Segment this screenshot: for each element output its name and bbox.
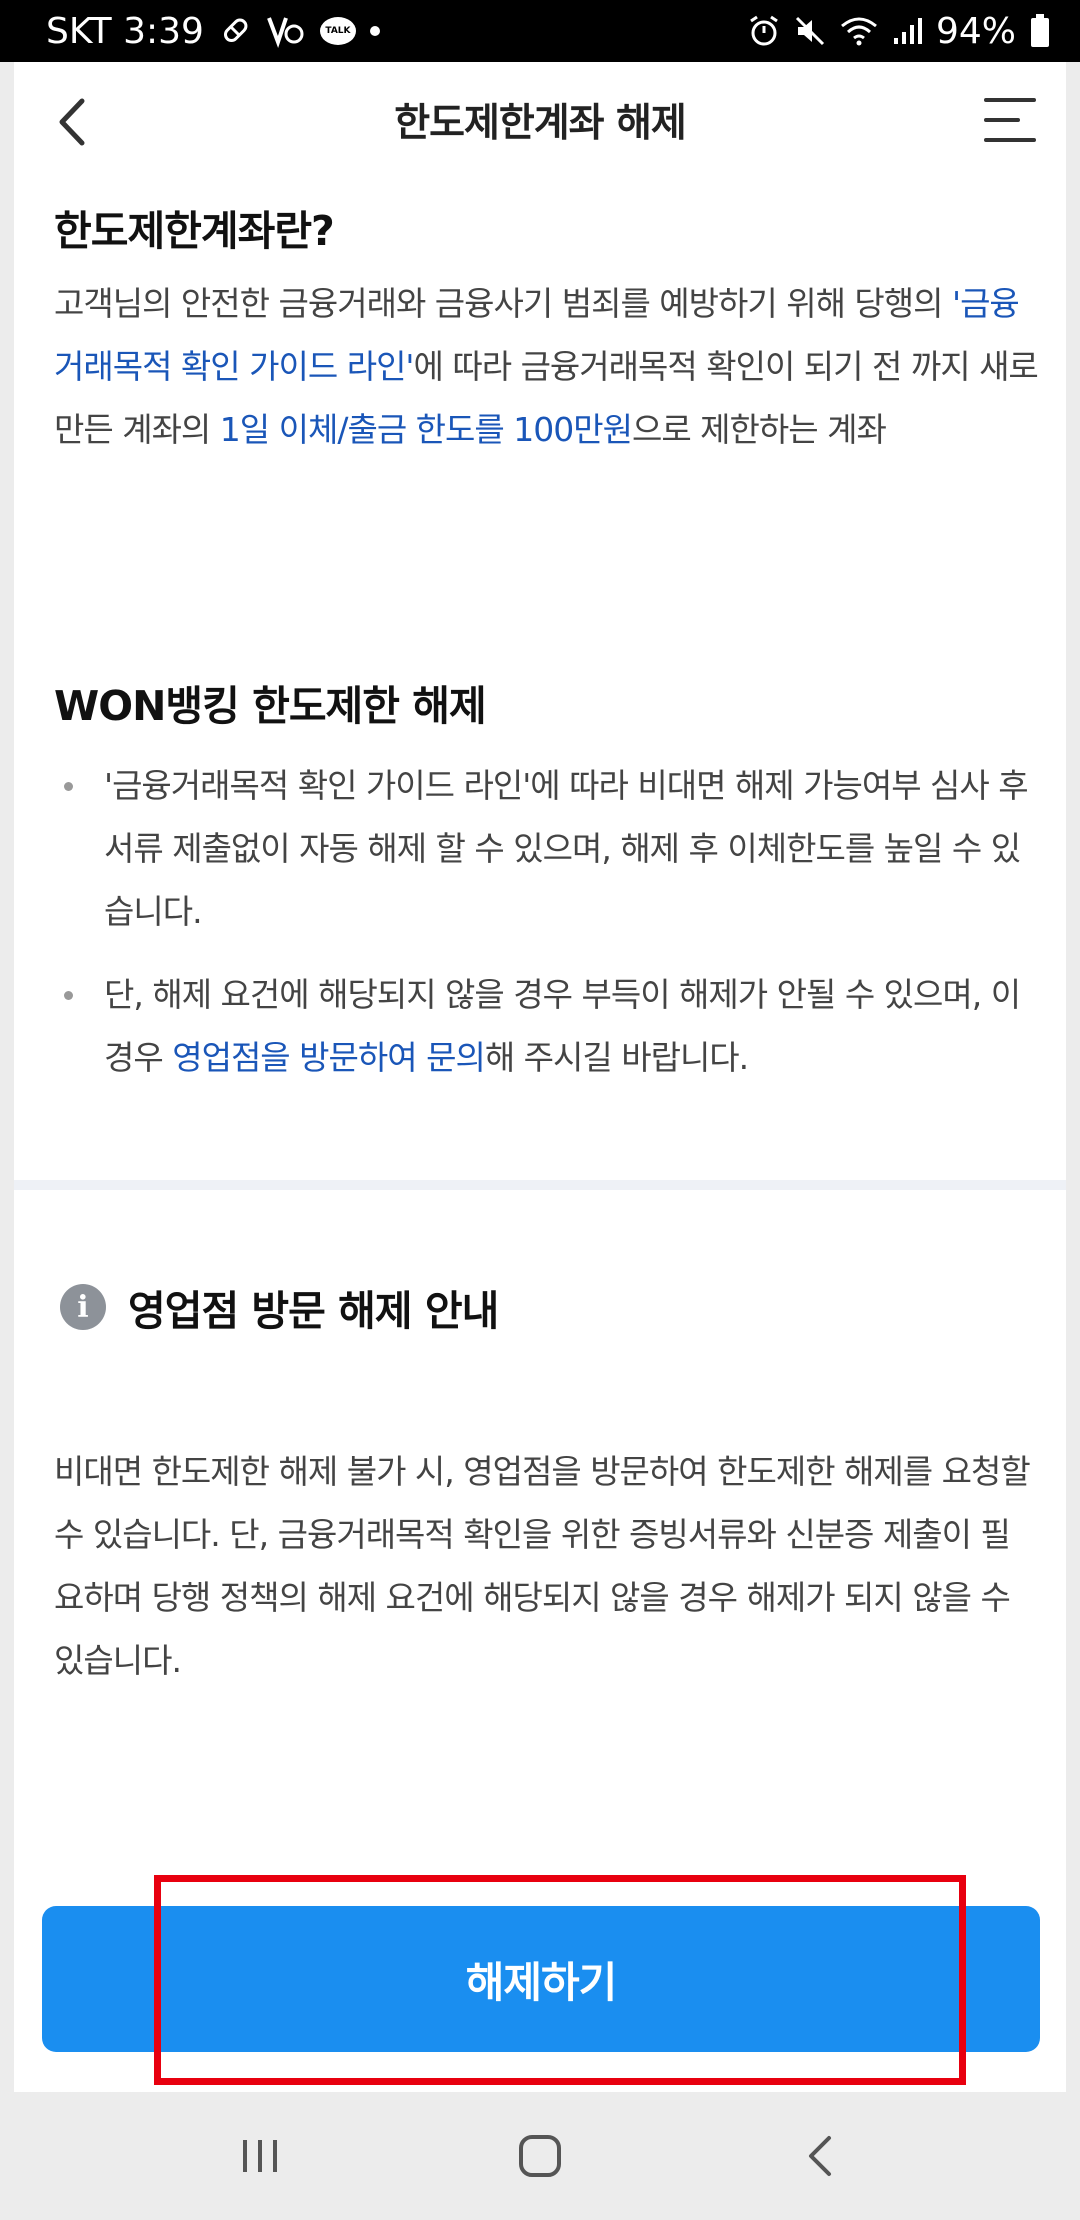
- mute-icon: [794, 15, 826, 47]
- info-icon: i: [60, 1284, 106, 1330]
- won-banking-bullet-list: '금융거래목적 확인 가이드 라인'에 따라 비대면 해제 가능여부 심사 후 …: [54, 754, 1044, 1109]
- list-item: '금융거래목적 확인 가이드 라인'에 따라 비대면 해제 가능여부 심사 후 …: [54, 754, 1044, 943]
- branch-visit-header: i 영업점 방문 해제 안내: [60, 1277, 499, 1337]
- back-button[interactable]: [54, 92, 104, 152]
- home-icon: [519, 2135, 561, 2177]
- section-title-won-banking: WON뱅킹 한도제한 해제: [54, 682, 487, 730]
- battery-percent: 94%: [935, 10, 1016, 52]
- wifi-icon: [840, 16, 878, 46]
- system-nav-bar: [0, 2092, 1080, 2220]
- app-header: 한도제한계좌 해제: [14, 62, 1066, 177]
- chevron-left-icon: [59, 98, 85, 146]
- status-right: 94%: [748, 11, 1050, 52]
- recent-apps-button[interactable]: [220, 2121, 300, 2191]
- branch-visit-description: 비대면 한도제한 해제 불가 시, 영업점을 방문하여 한도제한 해제를 요청할…: [54, 1452, 1031, 1680]
- limit-account-description: 고객님의 안전한 금융거래와 금융사기 범죄를 예방하기 위해 당행의 '금융거…: [54, 272, 1039, 461]
- more-notifications-icon: [369, 26, 380, 36]
- back-nav-button[interactable]: [780, 2121, 860, 2191]
- desc-text: 고객님의 안전한 금융거래와 금융사기 범죄를 예방하기 위해 당행의: [54, 284, 952, 323]
- limit-amount-link[interactable]: 1일 이체/출금 한도를 100만원: [220, 410, 633, 449]
- bullet-text: 해 주시길 바랍니다.: [484, 1038, 749, 1077]
- hamburger-line: [984, 118, 1020, 122]
- desc-text: 으로 제한하는 계좌: [631, 410, 887, 449]
- section-title-branch-visit: 영업점 방문 해제 안내: [128, 1287, 499, 1335]
- app-screen: 한도제한계좌 해제 한도제한계좌란? 고객님의 안전한 금융거래와 금융사기 범…: [14, 62, 1066, 2092]
- carrier-time: SKT 3:39: [46, 10, 204, 52]
- app-notification-icon: [266, 14, 306, 48]
- status-left: SKT 3:39 TALK: [46, 11, 380, 52]
- kakaotalk-icon: TALK: [319, 17, 356, 45]
- section-divider: [14, 1180, 1066, 1190]
- section-title-limit-account: 한도제한계좌란?: [54, 207, 335, 255]
- battery-icon: [1030, 14, 1050, 48]
- bullet-text: '금융거래목적 확인 가이드 라인'에 따라 비대면 해제 가능여부 심사 후 …: [104, 766, 1029, 931]
- alarm-icon: [748, 15, 780, 47]
- hamburger-line: [984, 98, 1036, 102]
- page-title: 한도제한계좌 해제: [394, 100, 687, 146]
- visit-branch-link[interactable]: 영업점을 방문하여 문의: [172, 1038, 486, 1077]
- list-item: 단, 해제 요건에 해당되지 않을 경우 부득이 해제가 안될 수 있으며, 이…: [54, 963, 1044, 1089]
- back-nav-icon: [809, 2136, 831, 2176]
- recent-apps-icon: [243, 2140, 277, 2172]
- highlight-box: [154, 1875, 966, 2085]
- menu-button[interactable]: [984, 98, 1036, 142]
- signal-icon: [892, 16, 922, 46]
- pill-icon: [218, 14, 252, 48]
- home-button[interactable]: [500, 2121, 580, 2191]
- hamburger-line: [984, 138, 1036, 142]
- status-bar: SKT 3:39 TALK 94%: [0, 0, 1080, 62]
